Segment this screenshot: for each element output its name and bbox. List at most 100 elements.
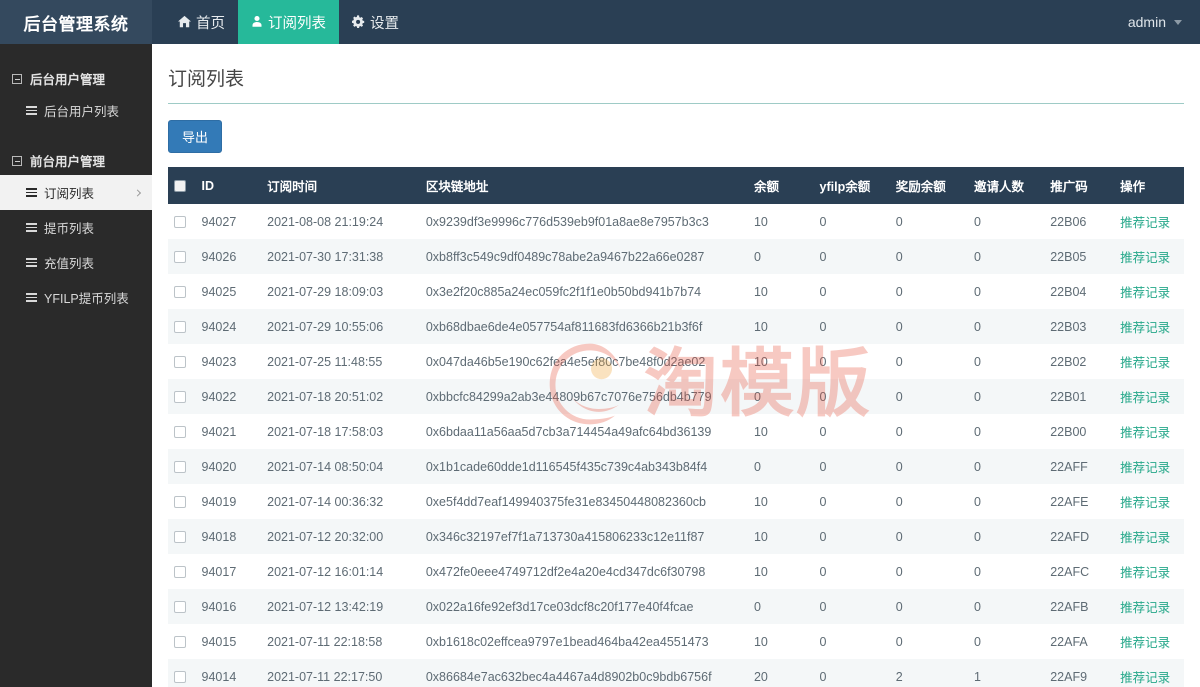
row-checkbox[interactable]	[174, 320, 186, 333]
row-checkbox[interactable]	[174, 355, 186, 368]
row-checkbox-cell[interactable]	[168, 274, 196, 309]
sidebar-item-subscription-list[interactable]: 订阅列表	[0, 175, 152, 210]
row-checkbox-cell[interactable]	[168, 414, 196, 449]
table-header-invite-count[interactable]: 邀请人数	[968, 167, 1045, 204]
referral-record-link[interactable]: 推荐记录	[1120, 251, 1170, 265]
cell-id: 94020	[201, 459, 237, 474]
row-checkbox-cell[interactable]	[168, 589, 196, 624]
cell-address: 0x3e2f20c885a24ec059fc2f1f1e0b50bd941b7b…	[425, 284, 702, 299]
referral-record-link[interactable]: 推荐记录	[1120, 601, 1170, 615]
referral-record-link[interactable]: 推荐记录	[1120, 286, 1170, 300]
table-header-select-all[interactable]	[168, 167, 196, 204]
row-checkbox[interactable]	[174, 250, 186, 263]
row-checkbox[interactable]	[174, 565, 186, 578]
referral-record-link[interactable]: 推荐记录	[1120, 321, 1170, 335]
table-row[interactable]: 94017 2021-07-12 16:01:14 0x472fe0eee47497…	[168, 554, 1184, 589]
table-row[interactable]: 94027 2021-08-08 21:19:24 0x9239df3e9996c7…	[168, 204, 1184, 239]
table-header-id[interactable]: ID	[195, 167, 262, 204]
table-header-yfilp-balance[interactable]: yfilp余额	[813, 167, 890, 204]
row-checkbox-cell[interactable]	[168, 309, 196, 344]
row-checkbox[interactable]	[174, 530, 186, 543]
cell-time: 2021-07-18 20:51:02	[267, 389, 384, 404]
row-checkbox-cell[interactable]	[168, 239, 196, 274]
table-row[interactable]: 94022 2021-07-18 20:51:02 0xbbcfc84299a2ab…	[168, 379, 1184, 414]
cell-promo-code: 22AFC	[1050, 564, 1090, 579]
row-checkbox[interactable]	[174, 600, 186, 613]
referral-record-link[interactable]: 推荐记录	[1120, 461, 1170, 475]
cell-invite-count: 1	[974, 669, 981, 684]
table-row[interactable]: 94018 2021-07-12 20:32:00 0x346c32197ef7f1…	[168, 519, 1184, 554]
row-checkbox-cell[interactable]	[168, 204, 196, 239]
referral-record-link[interactable]: 推荐记录	[1120, 636, 1170, 650]
row-checkbox-cell[interactable]	[168, 554, 196, 589]
table-row[interactable]: 94021 2021-07-18 17:58:03 0x6bdaa11a56aa5d…	[168, 414, 1184, 449]
row-checkbox[interactable]	[174, 670, 186, 683]
sidebar-item-backend-user-list[interactable]: 后台用户列表	[0, 93, 152, 128]
table-row[interactable]: 94025 2021-07-29 18:09:03 0x3e2f20c885a24e…	[168, 274, 1184, 309]
cell-address: 0x6bdaa11a56aa5d7cb3a714454a49afc64bd361…	[425, 424, 712, 439]
table-header-promo-code[interactable]: 推广码	[1044, 167, 1115, 204]
table-row[interactable]: 94023 2021-07-25 11:48:55 0x047da46b5e190c…	[168, 344, 1184, 379]
sidebar-item-yfilp-withdraw-list[interactable]: YFILP提币列表	[0, 280, 152, 315]
user-menu[interactable]: admin	[1114, 0, 1200, 44]
page-header: 订阅列表	[152, 44, 1200, 104]
cell-action: 推荐记录	[1114, 379, 1184, 414]
list-icon	[26, 223, 37, 232]
table-header-action[interactable]: 操作	[1114, 167, 1184, 204]
table-row[interactable]: 94024 2021-07-29 10:55:06 0xb68dbae6de4e05…	[168, 309, 1184, 344]
table-row[interactable]: 94026 2021-07-30 17:31:38 0xb8ff3c549c9df0…	[168, 239, 1184, 274]
row-checkbox-cell[interactable]	[168, 519, 196, 554]
table-row[interactable]: 94019 2021-07-14 00:36:32 0xe5f4dd7eaf1499…	[168, 484, 1184, 519]
row-checkbox-cell[interactable]	[168, 344, 196, 379]
row-checkbox[interactable]	[174, 460, 186, 473]
referral-record-link[interactable]: 推荐记录	[1120, 566, 1170, 580]
cell-yfilp-balance: 0	[819, 389, 827, 404]
cell-balance: 10	[753, 319, 768, 334]
referral-record-link[interactable]: 推荐记录	[1120, 671, 1170, 685]
table-row[interactable]: 94020 2021-07-14 08:50:04 0x1b1cade60dde1d…	[168, 449, 1184, 484]
cell-reward-balance: 0	[895, 634, 903, 649]
referral-record-link[interactable]: 推荐记录	[1120, 426, 1170, 440]
row-checkbox-cell[interactable]	[168, 659, 196, 687]
cell-invite-count: 0	[974, 214, 981, 229]
row-checkbox[interactable]	[174, 390, 186, 403]
row-checkbox-cell[interactable]	[168, 624, 196, 659]
nav-tab-subscription-list[interactable]: 订阅列表	[238, 0, 339, 44]
referral-record-link[interactable]: 推荐记录	[1120, 356, 1170, 370]
row-checkbox-cell[interactable]	[168, 484, 196, 519]
top-nav-items: 首页 订阅列表 设置	[165, 0, 412, 44]
row-checkbox[interactable]	[174, 635, 186, 648]
row-checkbox-cell[interactable]	[168, 449, 196, 484]
sidebar-group-header-backend-users[interactable]: 后台用户管理	[0, 64, 152, 93]
referral-record-link[interactable]: 推荐记录	[1120, 531, 1170, 545]
row-checkbox-cell[interactable]	[168, 379, 196, 414]
select-all-checkbox[interactable]	[174, 179, 186, 192]
nav-tab-home[interactable]: 首页	[165, 0, 238, 44]
table-header-balance[interactable]: 余额	[747, 167, 814, 204]
export-button[interactable]: 导出	[168, 120, 223, 153]
gear-icon	[352, 14, 365, 30]
referral-record-link[interactable]: 推荐记录	[1120, 496, 1170, 510]
row-checkbox[interactable]	[174, 285, 186, 298]
table-row[interactable]: 94015 2021-07-11 22:18:58 0xb1618c02effcea…	[168, 624, 1184, 659]
cell-time: 2021-07-18 17:58:03	[267, 424, 384, 439]
sidebar-item-recharge-list[interactable]: 充值列表	[0, 245, 152, 280]
sidebar-group-header-frontend-users[interactable]: 前台用户管理	[0, 146, 152, 175]
list-icon	[26, 258, 37, 267]
referral-record-link[interactable]: 推荐记录	[1120, 216, 1170, 230]
cell-time: 2021-07-12 16:01:14	[267, 564, 384, 579]
row-checkbox[interactable]	[174, 215, 186, 228]
table-header-reward-balance[interactable]: 奖励余额	[889, 167, 969, 204]
table-row[interactable]: 94016 2021-07-12 13:42:19 0x022a16fe92ef3d…	[168, 589, 1184, 624]
cell-address: 0xb68dbae6de4e057754af811683fd6366b21b3f…	[425, 319, 703, 334]
cell-yfilp-balance: 0	[819, 564, 827, 579]
table-header-address[interactable]: 区块链地址	[419, 167, 748, 204]
referral-record-link[interactable]: 推荐记录	[1120, 391, 1170, 405]
row-checkbox[interactable]	[174, 495, 186, 508]
cell-yfilp-balance: 0	[819, 599, 827, 614]
row-checkbox[interactable]	[174, 425, 186, 438]
table-row[interactable]: 94014 2021-07-11 22:17:50 0x86684e7ac632be…	[168, 659, 1184, 687]
nav-tab-settings[interactable]: 设置	[339, 0, 412, 44]
table-header-time[interactable]: 订阅时间	[261, 167, 420, 204]
sidebar-item-withdraw-list[interactable]: 提币列表	[0, 210, 152, 245]
